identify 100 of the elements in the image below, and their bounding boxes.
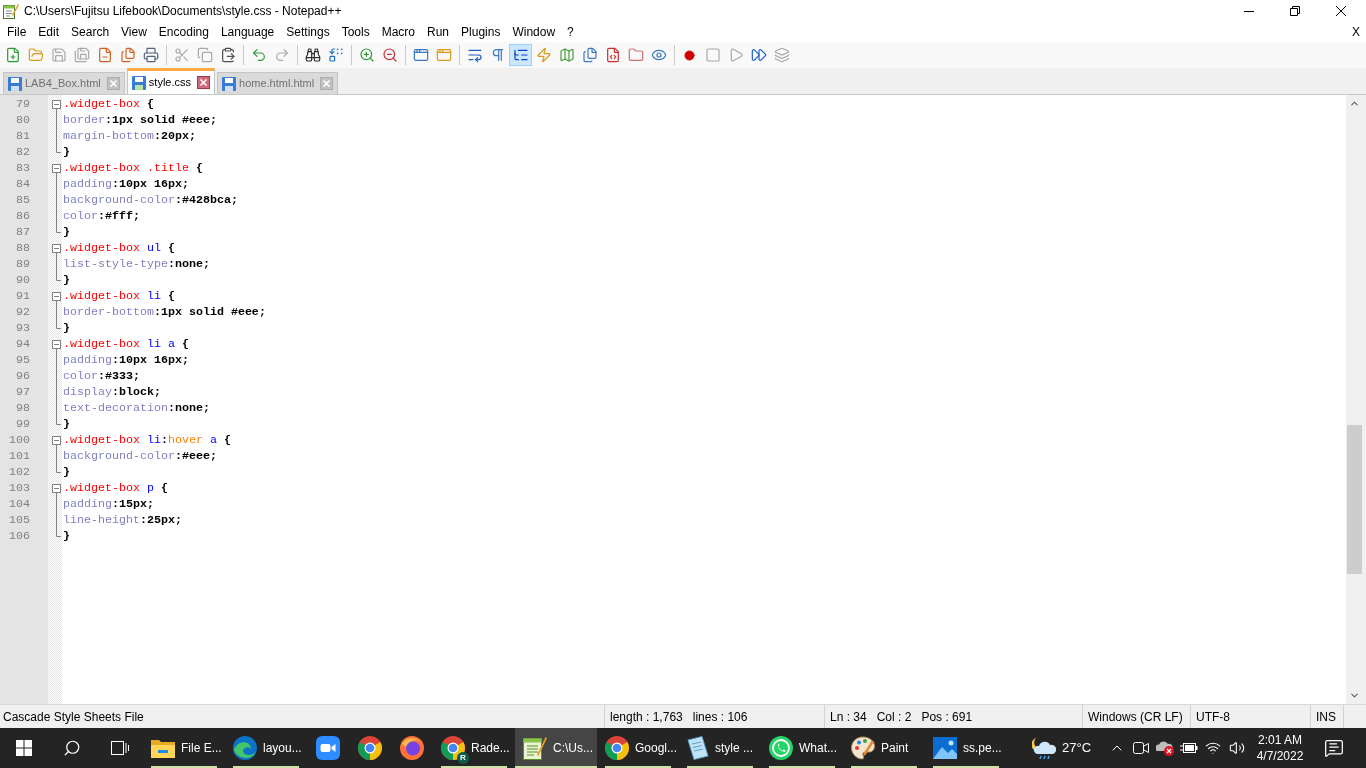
search-icon (63, 739, 81, 757)
zoom-in-icon (358, 47, 375, 63)
code-line: } (63, 144, 70, 160)
copy-icon (196, 47, 213, 63)
weather-button[interactable]: 27°C (1020, 728, 1105, 768)
undo-arrow-icon (250, 47, 267, 63)
menu-item[interactable]: Encoding (152, 22, 215, 42)
menu-item[interactable]: View (115, 22, 153, 42)
scrollbar-thumb[interactable] (1347, 425, 1362, 574)
code-line: background-color:#428bca; (63, 192, 238, 208)
new-file-icon (4, 47, 21, 63)
line-ending-text: Windows (CR LF) (1088, 708, 1183, 726)
floppy-disks-icon (73, 47, 90, 63)
file-type-text: Cascade Style Sheets File (3, 708, 144, 726)
taskbar-app-button[interactable]: File E... (143, 728, 225, 768)
browser-icon (358, 736, 382, 760)
binoculars-icon (304, 47, 321, 63)
code-line: display:block; (63, 384, 161, 400)
fold-end-icon (56, 416, 61, 425)
line-number: 100 (9, 432, 30, 448)
menu-item[interactable]: Macro (375, 22, 421, 42)
file-tab[interactable]: LAB4_Box.html (3, 72, 125, 94)
palette-icon (851, 736, 875, 760)
taskbar-app-button[interactable]: What... (761, 728, 843, 768)
menu-item[interactable]: Window (506, 22, 562, 42)
printer-icon (142, 47, 159, 63)
code-line: color:#333; (63, 368, 140, 384)
menu-item[interactable]: Run (421, 22, 456, 42)
insert-mode-text: INS (1316, 708, 1336, 726)
menu-item[interactable]: Edit (32, 22, 66, 42)
notepad-icon (3, 3, 19, 19)
indent-guide-button[interactable] (509, 44, 532, 66)
browser-icon (400, 736, 424, 760)
video-camera-icon[interactable] (1133, 741, 1149, 755)
line-number: 88 (16, 240, 30, 256)
line-number: 98 (16, 400, 30, 416)
taskbar-app-button[interactable]: ss.pe... (925, 728, 1007, 768)
code-line: .widget-box li:hover a { (63, 432, 231, 448)
close-tab-icon[interactable] (197, 76, 210, 89)
clock-button[interactable]: 2:01 AM 4/7/2022 (1249, 728, 1311, 768)
menu-item[interactable]: Tools (335, 22, 376, 42)
line-number: 104 (9, 496, 30, 512)
cursor-position-text: Col : 2 (876, 708, 912, 726)
fold-collapse-icon[interactable] (52, 484, 61, 496)
line-number: 95 (16, 352, 30, 368)
menu-item[interactable]: Plugins (455, 22, 507, 42)
line-number: 105 (9, 512, 30, 528)
code-line: padding:10px 16px; (63, 176, 189, 192)
line-number: 83 (16, 160, 30, 176)
fold-collapse-icon[interactable] (52, 340, 61, 352)
notepad-icon (523, 736, 547, 760)
code-line: .widget-box .title { (63, 160, 203, 176)
task-view-icon (110, 740, 129, 756)
fold-collapse-icon[interactable] (52, 292, 61, 304)
folder-icon (151, 738, 175, 758)
fold-end-icon (56, 224, 61, 233)
taskbar-app-button[interactable]: Paint (843, 728, 925, 768)
encoding-text: UTF-8 (1196, 708, 1230, 726)
wifi-icon[interactable] (1205, 740, 1221, 756)
menu-item[interactable]: File (1, 22, 33, 42)
taskbar-app-button[interactable]: Googl... (597, 728, 679, 768)
close-document-button[interactable]: X (1349, 22, 1363, 42)
taskbar-app-button[interactable]: layou... (225, 728, 307, 768)
taskbar-app-button[interactable]: R Rade... (433, 728, 515, 768)
menu-item[interactable]: Settings (280, 22, 336, 42)
file-tab[interactable]: home.html.html (217, 72, 339, 94)
notification-icon[interactable] (1323, 738, 1344, 758)
code-line: background-color:#eee; (63, 448, 217, 464)
line-number: 81 (16, 128, 30, 144)
line-number: 99 (16, 416, 30, 432)
cloud-error-icon[interactable] (1156, 740, 1174, 756)
menu-item[interactable]: Search (65, 22, 116, 42)
redo-arrow-icon (273, 47, 290, 63)
file-minus-icon (96, 47, 113, 63)
fold-collapse-icon[interactable] (52, 164, 61, 176)
code-line: } (63, 272, 70, 288)
zoom-out-icon (381, 47, 398, 63)
fold-collapse-icon[interactable] (52, 244, 61, 256)
file-tab[interactable]: style.css (126, 68, 215, 94)
taskbar-app-button[interactable]: C:\Us... (515, 728, 597, 768)
line-number: 85 (16, 192, 30, 208)
line-number: 97 (16, 384, 30, 400)
line-number: 92 (16, 304, 30, 320)
chevron-down-icon (1349, 690, 1360, 701)
map-icon (558, 47, 575, 63)
fold-line (56, 256, 57, 272)
taskbar-app-button[interactable]: style ... (679, 728, 761, 768)
battery-plug-icon[interactable] (1180, 742, 1198, 754)
photo-icon (933, 737, 957, 759)
fold-collapse-icon[interactable] (52, 100, 61, 112)
fold-collapse-icon[interactable] (52, 436, 61, 448)
menu-item[interactable]: Language (214, 22, 281, 42)
menu-item[interactable]: ? (561, 22, 580, 42)
vertical-scrollbar[interactable] (1346, 95, 1363, 704)
cloud-moon-icon (1032, 737, 1056, 759)
record-icon (684, 49, 695, 61)
fast-forward-icon (750, 47, 767, 63)
cursor-position-text: Ln : 34 (830, 708, 867, 726)
speaker-icon[interactable] (1229, 740, 1245, 756)
line-number: 93 (16, 320, 30, 336)
